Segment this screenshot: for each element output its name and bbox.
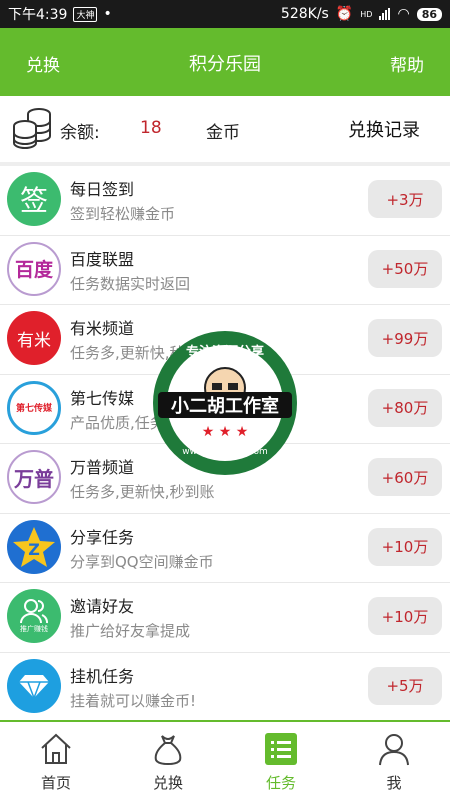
baidu-icon: 百度 — [7, 241, 61, 296]
task-subtitle: 任务数据实时返回 — [70, 274, 191, 293]
diqi-icon: 第七传媒 — [7, 380, 61, 435]
task-item-idle[interactable]: 挂机任务 挂着就可以赚金币! +5万 — [0, 652, 450, 722]
tab-label: 我 — [386, 774, 402, 792]
page-title: 积分乐园 — [189, 54, 261, 75]
watermark-logo: 小二胡工作室 专注资源分享 www.xiaoerhu.com ★ ★ ★ — [150, 328, 300, 478]
reward-button[interactable]: +5万 — [368, 666, 442, 705]
tab-label: 任务 — [265, 774, 296, 792]
reward-button[interactable]: +60万 — [368, 458, 442, 496]
svg-text:Z: Z — [28, 540, 40, 559]
task-item-share[interactable]: Z 分享任务 分享到QQ空间赚金币 +10万 — [0, 513, 450, 583]
reward-button[interactable]: +99万 — [368, 319, 442, 357]
reward-button[interactable]: +10万 — [368, 527, 442, 566]
task-item-checkin[interactable]: 签 每日签到 签到轻松赚金币 +3万 — [0, 166, 450, 236]
status-time: 下午4:39 — [8, 7, 68, 23]
checkin-icon: 签 — [7, 172, 61, 226]
balance-value: 18 — [140, 118, 162, 138]
task-item-baidu[interactable]: 百度 百度联盟 任务数据实时返回 +50万 — [0, 235, 450, 305]
app-header: 兑换 积分乐园 帮助 — [0, 28, 450, 96]
tab-exchange[interactable]: 兑换 — [112, 722, 224, 802]
task-title: 每日签到 — [70, 180, 135, 199]
task-subtitle: 推广给好友拿提成 — [70, 622, 191, 640]
wifi-icon: ◠ — [397, 6, 410, 22]
exchange-record-link[interactable]: 兑换记录 — [348, 116, 420, 142]
task-subtitle: 任务多,更新快,秒到账 — [70, 483, 215, 501]
svg-text:专注资源分享: 专注资源分享 — [186, 344, 264, 360]
reward-button[interactable]: +50万 — [368, 249, 442, 288]
diamond-icon — [7, 658, 61, 713]
home-icon — [41, 733, 71, 764]
app-badge: 大神 — [73, 6, 98, 22]
task-title: 挂机任务 — [70, 666, 135, 686]
task-title: 邀请好友 — [70, 597, 135, 616]
status-bar: 下午4:39 大神 • 528K/s ⏰ HD ◠ 86 — [0, 0, 450, 28]
task-item-invite[interactable]: 推广赚钱 邀请好友 推广给好友拿提成 +10万 — [0, 583, 450, 653]
bottom-nav: 首页 兑换 任务 我 — [0, 720, 450, 802]
svg-text:★ ★ ★: ★ ★ ★ — [202, 424, 249, 440]
bag-icon — [154, 735, 182, 766]
coins-icon — [13, 108, 51, 149]
task-subtitle: 分享到QQ空间赚金币 — [70, 552, 214, 571]
battery-level: 86 — [416, 7, 442, 21]
reward-button[interactable]: +3万 — [368, 180, 442, 218]
svg-text:小二胡工作室: 小二胡工作室 — [171, 395, 279, 417]
wanpu-icon: 万普 — [7, 450, 61, 504]
task-subtitle: 挂着就可以赚金币! — [70, 691, 197, 710]
task-subtitle: 签到轻松赚金币 — [70, 205, 176, 223]
balance-unit: 金币 — [206, 123, 240, 143]
tab-tasks[interactable]: 任务 — [225, 722, 337, 802]
task-list-icon — [265, 733, 297, 765]
balance-bar: 余额: 18 金币 兑换记录 — [0, 96, 450, 163]
task-title: 有米频道 — [70, 319, 135, 338]
task-title: 分享任务 — [70, 527, 135, 547]
tab-home[interactable]: 首页 — [0, 722, 112, 802]
invite-icon: 推广赚钱 — [7, 589, 61, 643]
network-speed: 528K/s — [280, 6, 329, 22]
task-title: 万普频道 — [70, 458, 135, 477]
task-title: 百度联盟 — [70, 249, 135, 269]
reward-button[interactable]: +80万 — [368, 388, 442, 427]
network-type: HD — [360, 9, 373, 19]
qzone-icon: Z — [7, 519, 61, 574]
signal-icon — [379, 8, 391, 20]
balance-label: 余额: — [60, 123, 100, 143]
svg-text:www.xiaoerhu.com: www.xiaoerhu.com — [182, 447, 268, 457]
user-icon — [379, 734, 409, 766]
reward-button[interactable]: +10万 — [368, 597, 442, 635]
alarm-icon: ⏰ — [335, 6, 354, 22]
youmi-icon: 有米 — [7, 311, 61, 365]
tab-label: 首页 — [40, 774, 71, 792]
help-button[interactable]: 帮助 — [390, 51, 424, 76]
dot-icon: • — [103, 6, 112, 22]
tab-me[interactable]: 我 — [338, 722, 450, 802]
task-title: 第七传媒 — [70, 388, 135, 408]
tab-label: 兑换 — [152, 774, 183, 792]
